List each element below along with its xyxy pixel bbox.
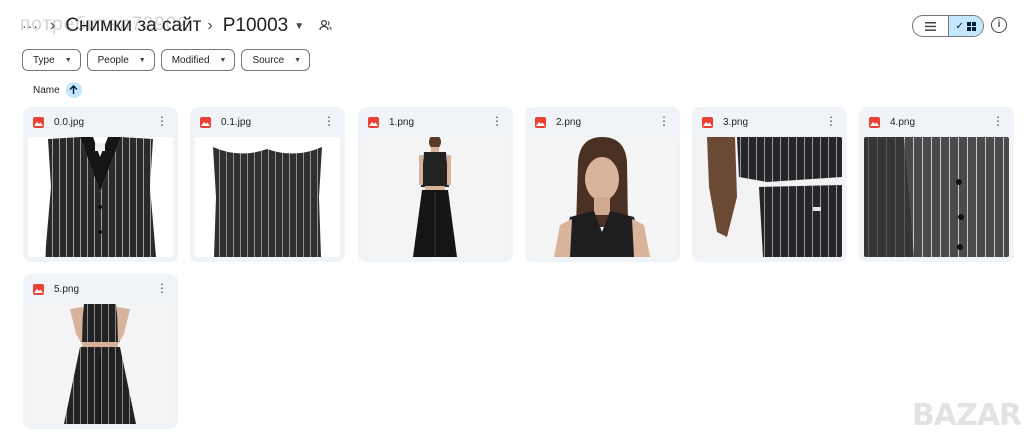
- caret-down-icon: ▼: [64, 56, 72, 64]
- file-name: 0.0.jpg: [54, 116, 85, 128]
- list-icon: [924, 21, 936, 31]
- image-file-icon: [368, 116, 379, 128]
- breadcrumb: ··· › Снимки за сайт › P10003 ▼: [22, 12, 334, 40]
- filter-modified[interactable]: Modified ▼: [160, 49, 236, 71]
- file-card[interactable]: 2.png ⋮: [525, 107, 680, 262]
- filter-type[interactable]: Type ▼: [22, 49, 81, 71]
- info-icon[interactable]: i: [991, 17, 1007, 33]
- filter-people[interactable]: People ▼: [86, 49, 155, 71]
- more-vert-icon[interactable]: ⋮: [156, 115, 168, 127]
- file-name: 4.png: [890, 116, 916, 128]
- file-card[interactable]: 0.0.jpg ⋮: [23, 107, 178, 262]
- watermark-logo: BAZAR: [912, 398, 1022, 433]
- file-name: 0.1.jpg: [221, 116, 252, 128]
- filter-label: Source: [252, 54, 285, 66]
- file-card[interactable]: 3.png ⋮: [692, 107, 847, 262]
- file-thumbnail: [864, 137, 1009, 257]
- chevron-right-icon: ›: [207, 17, 213, 34]
- file-thumbnail: [363, 137, 508, 257]
- breadcrumb-folder[interactable]: Снимки за сайт: [65, 15, 201, 37]
- more-vert-icon[interactable]: ⋮: [658, 115, 670, 127]
- view-toggle: ✓: [912, 15, 984, 37]
- file-card[interactable]: 4.png ⋮: [859, 107, 1014, 262]
- grid-icon: [966, 21, 976, 31]
- sort-label: Name: [33, 84, 60, 96]
- shared-folder-icon[interactable]: [318, 18, 334, 34]
- file-thumbnail: [697, 137, 842, 257]
- chevron-right-icon: ›: [50, 17, 56, 34]
- file-thumbnail: [530, 137, 675, 257]
- list-view-button[interactable]: [913, 16, 948, 36]
- filter-bar: Type ▼ People ▼ Modified ▼ Source ▼: [22, 49, 311, 71]
- file-card[interactable]: 5.png ⋮: [23, 274, 178, 429]
- file-card-header: 5.png: [23, 274, 178, 304]
- check-icon: ✓: [955, 20, 964, 32]
- file-name: 1.png: [389, 116, 415, 128]
- caret-down-icon: ▼: [219, 56, 227, 64]
- file-card-header: 4.png: [859, 107, 1014, 137]
- caret-down-icon[interactable]: ▼: [294, 21, 304, 32]
- file-name: 3.png: [723, 116, 749, 128]
- filter-label: Modified: [171, 54, 210, 66]
- arrow-up-icon[interactable]: [65, 82, 82, 98]
- filter-label: Type: [33, 54, 55, 66]
- breadcrumb-more-button[interactable]: ···: [22, 18, 44, 34]
- caret-down-icon: ▼: [138, 56, 146, 64]
- file-thumbnail: [195, 137, 340, 257]
- caret-down-icon: ▼: [294, 56, 302, 64]
- image-file-icon: [33, 283, 44, 295]
- file-name: 2.png: [556, 116, 582, 128]
- image-file-icon: [535, 116, 546, 128]
- filter-label: People: [97, 54, 129, 66]
- filter-source[interactable]: Source ▼: [241, 49, 311, 71]
- more-vert-icon[interactable]: ⋮: [825, 115, 837, 127]
- image-file-icon: [869, 116, 880, 128]
- more-vert-icon[interactable]: ⋮: [156, 282, 168, 294]
- file-thumbnail: [28, 137, 173, 257]
- image-file-icon: [702, 116, 713, 128]
- file-card-header: 1.png: [358, 107, 513, 137]
- file-card-header: 3.png: [692, 107, 847, 137]
- file-thumbnail: [28, 304, 173, 424]
- image-file-icon: [33, 116, 44, 128]
- file-card-header: 0.0.jpg: [23, 107, 178, 137]
- file-card-header: 2.png: [525, 107, 680, 137]
- grid-view-button[interactable]: ✓: [947, 16, 983, 36]
- more-vert-icon[interactable]: ⋮: [323, 115, 335, 127]
- more-vert-icon[interactable]: ⋮: [992, 115, 1004, 127]
- file-name: 5.png: [54, 283, 80, 295]
- file-card[interactable]: 1.png ⋮: [358, 107, 513, 262]
- file-card-header: 0.1.jpg: [190, 107, 345, 137]
- breadcrumb-current[interactable]: P10003: [223, 15, 289, 37]
- image-file-icon: [200, 116, 211, 128]
- sort-header[interactable]: Name: [33, 82, 82, 98]
- more-vert-icon[interactable]: ⋮: [491, 115, 503, 127]
- file-card[interactable]: 0.1.jpg ⋮: [190, 107, 345, 262]
